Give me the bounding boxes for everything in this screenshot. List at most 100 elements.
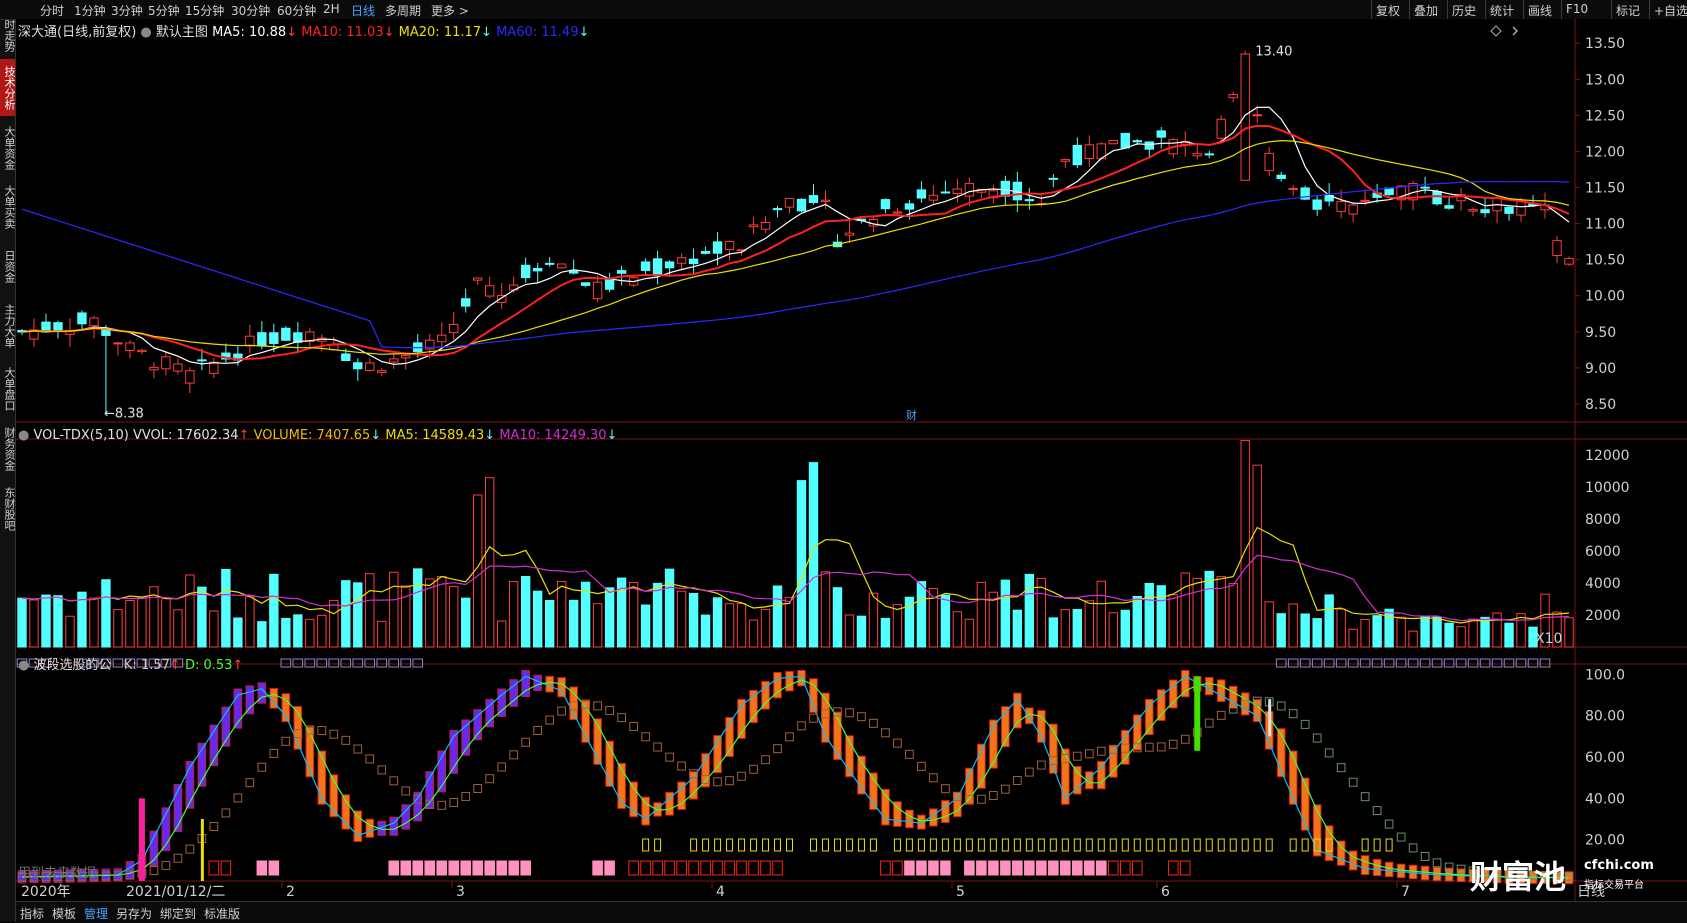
tab-8[interactable]: 日线 (351, 2, 375, 19)
toolbar-4[interactable]: 画线 (1528, 2, 1552, 19)
toolbar-7[interactable]: +自选 (1654, 2, 1687, 19)
down-arrow-icon: ↓ (286, 25, 298, 40)
tab-3[interactable]: 5分钟 (148, 2, 180, 19)
vol-indicator-name[interactable]: VOL-TDX(5,10) (33, 428, 128, 443)
volume-bar (113, 609, 123, 648)
candle-body (544, 262, 555, 265)
kd-bar (641, 796, 650, 826)
candle-body (1144, 141, 1154, 150)
sidebar-item-1[interactable]: 技术分析 (0, 59, 16, 116)
bottom-zone-box (1036, 860, 1047, 876)
candle-body (1228, 94, 1238, 99)
down-arrow-icon: ↓ (383, 25, 395, 40)
tab-6[interactable]: 60分钟 (277, 2, 316, 19)
volume-bar (760, 608, 771, 648)
bottom-zone-box (424, 860, 436, 876)
bottom-zone-box (592, 860, 603, 876)
candle-body (964, 182, 975, 197)
volume-bar (676, 590, 687, 648)
volume-bar (281, 617, 291, 648)
candle-body (1204, 153, 1214, 156)
tab-2[interactable]: 3分钟 (111, 2, 143, 19)
bottom-zone-box (904, 860, 915, 876)
toolbar-5[interactable]: F10 (1566, 2, 1588, 16)
volume-bar (916, 581, 927, 648)
candle-body (53, 322, 63, 332)
kd-bar (1240, 692, 1250, 716)
candle-body (1072, 144, 1083, 166)
volume-bar (712, 597, 723, 648)
volume-bar (1504, 622, 1514, 648)
main-indicator-name[interactable]: 默认主图 (156, 25, 208, 40)
toolbar-2[interactable]: 历史 (1452, 2, 1476, 19)
volume-bar (1108, 612, 1118, 648)
bottom-item-2[interactable]: 管理 (84, 905, 108, 922)
candle-body (1240, 53, 1250, 181)
sidebar-item-3[interactable]: 大单买卖 (0, 178, 16, 236)
sidebar-item-4[interactable]: 日资金 (0, 240, 16, 292)
volume-bar (1144, 582, 1154, 648)
candle-body (1000, 180, 1011, 197)
toolbar-1[interactable]: 叠加 (1414, 2, 1438, 19)
toolbar-6[interactable]: 标记 (1616, 2, 1640, 19)
sidebar-item-7[interactable]: 财务资金 (0, 420, 16, 477)
settings-dot-icon[interactable]: ● (18, 658, 29, 673)
kd-bar (1216, 679, 1226, 703)
volume-bar (952, 611, 963, 648)
volume-bar (1168, 594, 1178, 648)
kd-bar (1360, 855, 1370, 876)
tab-4[interactable]: 15分钟 (185, 2, 224, 19)
bottom-zone-box (1024, 860, 1035, 876)
candle-body (1420, 186, 1430, 189)
toolbar-separator (1371, 0, 1372, 19)
tab-1[interactable]: 1分钟 (74, 2, 106, 19)
price-tick-label: 9.50 (1585, 325, 1616, 341)
sidebar-item-8[interactable]: 东财股吧 (0, 480, 16, 538)
sidebar-item-2[interactable]: 大单资金 (0, 120, 16, 175)
kd-tick-label: 40.00 (1585, 791, 1625, 807)
candle-body (197, 359, 207, 362)
tab-0[interactable]: 分时 (40, 2, 64, 19)
settings-dot-icon[interactable]: ● (140, 25, 151, 40)
candle-body (1312, 199, 1322, 210)
sidebar-item-5[interactable]: 主力大单 (0, 295, 16, 357)
stock-chart[interactable]: 13.40 ←8.38 财 13.50 13.00 12.50 12.00 11.50 11.0… (16, 19, 1687, 901)
volume-bar (1492, 612, 1502, 648)
volume-tick-label: 12000 (1585, 448, 1630, 464)
indicator-toolbar: 指标 模板 管理 另存为 绑定到 标准版 (16, 901, 1687, 923)
bottom-item-5[interactable]: 标准版 (204, 905, 240, 922)
volume-bar (1480, 616, 1490, 648)
bottom-item-4[interactable]: 绑定到 (160, 905, 196, 922)
volume-bar (520, 576, 531, 648)
bottom-item-1[interactable]: 模板 (52, 905, 76, 922)
bottom-zone-box (484, 860, 495, 876)
bottom-zone-box (1048, 860, 1059, 876)
kd-tick-label: 20.00 (1585, 833, 1625, 849)
volume-bar (341, 580, 351, 648)
kd-bar (1108, 745, 1118, 778)
candle-body (820, 199, 831, 203)
bottom-item-0[interactable]: 指标 (20, 905, 44, 922)
candle-body (137, 349, 147, 353)
bottom-item-3[interactable]: 另存为 (116, 905, 152, 922)
tab-10[interactable]: 更多 > (431, 2, 469, 19)
kd-indicator-name[interactable]: 波段选股的公 (33, 658, 111, 673)
candle-body (209, 361, 219, 374)
tab-5[interactable]: 30分钟 (231, 2, 270, 19)
tab-7[interactable]: 2H (323, 2, 340, 16)
volume-bar (652, 582, 663, 648)
candle-body (1108, 139, 1118, 145)
settings-dot-icon[interactable]: ● (18, 428, 29, 443)
toolbar-0[interactable]: 复权 (1376, 2, 1400, 19)
volume-bar (1096, 580, 1107, 648)
candle-body (1348, 204, 1358, 215)
volume-bar (1288, 603, 1298, 648)
k-value: K: 1.57 (123, 658, 170, 673)
volume-bar (1192, 577, 1202, 648)
tab-9[interactable]: 多周期 (385, 2, 421, 19)
volume-bar (532, 590, 543, 648)
candle-body (449, 323, 459, 334)
kd-bar (1384, 861, 1394, 878)
sidebar-item-6[interactable]: 大单盘口 (0, 360, 16, 417)
toolbar-3[interactable]: 统计 (1490, 2, 1514, 19)
